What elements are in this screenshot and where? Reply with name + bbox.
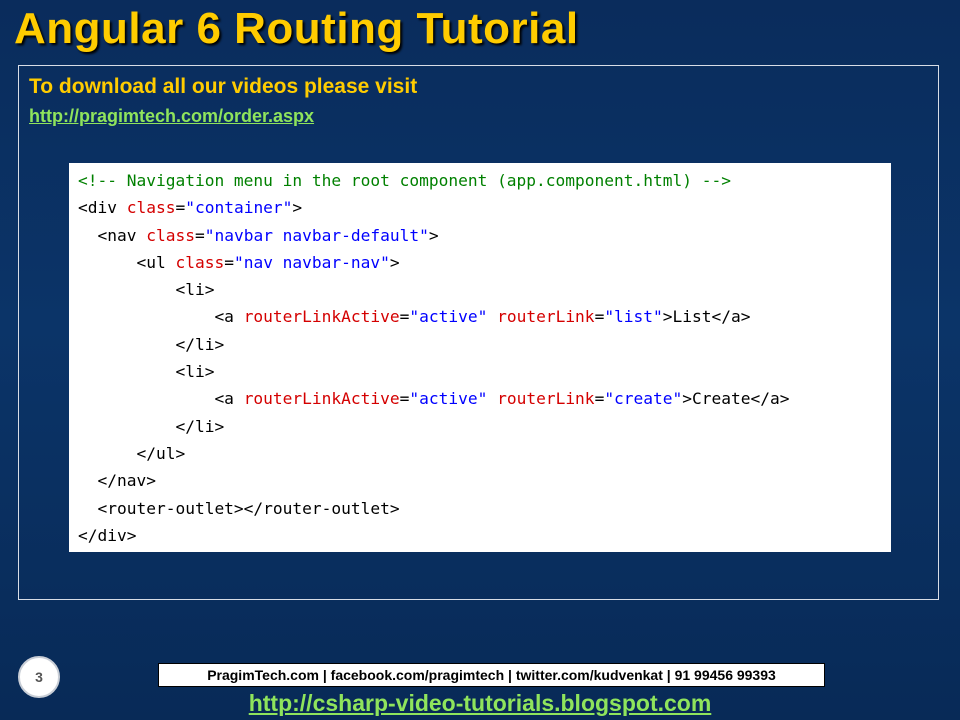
code-line: <ul class="nav navbar-nav">	[78, 249, 891, 276]
code-token-val: "active"	[409, 389, 488, 409]
code-token-tag: <ul	[78, 252, 176, 272]
download-link[interactable]: http://pragimtech.com/order.aspx	[29, 106, 314, 127]
code-token-attr: routerLinkActive	[243, 389, 400, 409]
code-token-tag	[487, 307, 497, 326]
code-token-tag: <nav	[78, 225, 147, 245]
code-token-attr: routerLink	[497, 307, 595, 327]
code-token-tag: =	[194, 225, 205, 245]
code-token-tag: <div	[78, 198, 127, 218]
code-line: </li>	[78, 413, 891, 440]
download-text: To download all our videos please visit	[29, 75, 418, 98]
code-line: <div class="container">	[78, 194, 891, 221]
code-token-attr: class	[175, 252, 225, 272]
code-token-comment: <!-- Navigation menu in the root compone…	[78, 171, 731, 190]
code-token-text: Create	[692, 389, 751, 409]
code-token-tag: =	[224, 252, 234, 272]
code-panel: <!-- Navigation menu in the root compone…	[69, 163, 891, 552]
code-token-attr: class	[126, 198, 176, 218]
code-token-tag: =	[594, 389, 605, 409]
code-token-val: "navbar navbar-default"	[204, 225, 429, 245]
code-line: <!-- Navigation menu in the root compone…	[78, 167, 891, 194]
code-line: </li>	[78, 331, 891, 358]
code-token-tag: >	[682, 389, 693, 409]
code-token-tag: </li>	[78, 416, 225, 436]
code-block: <!-- Navigation menu in the root compone…	[69, 163, 891, 549]
code-token-val: "create"	[604, 389, 683, 409]
code-token-val: "container"	[185, 198, 293, 218]
code-token-attr: routerLink	[497, 389, 595, 409]
code-line: <router-outlet></router-outlet>	[78, 495, 891, 522]
code-token-tag: =	[594, 307, 605, 327]
code-token-tag: <a	[78, 389, 244, 409]
slide-title: Angular 6 Routing Tutorial	[14, 4, 579, 53]
footer-blog-link[interactable]: http://csharp-video-tutorials.blogspot.c…	[0, 690, 960, 717]
code-token-tag: <li>	[78, 280, 215, 300]
code-line: </div>	[78, 522, 891, 549]
code-token-val: "active"	[409, 307, 488, 327]
code-token-tag: =	[399, 307, 410, 327]
code-line: <li>	[78, 358, 891, 385]
code-token-tag	[487, 389, 497, 408]
code-token-tag: </ul>	[78, 443, 186, 463]
footer-contact-bar: PragimTech.com | facebook.com/pragimtech…	[158, 663, 825, 687]
code-token-tag: <li>	[78, 362, 215, 382]
code-line: </ul>	[78, 440, 891, 467]
code-line: <a routerLinkActive="active" routerLink=…	[78, 303, 891, 330]
code-line: <a routerLinkActive="active" routerLink=…	[78, 385, 891, 412]
code-line: </nav>	[78, 467, 891, 494]
code-token-tag: >	[662, 307, 673, 327]
code-token-tag: >	[389, 252, 400, 272]
code-token-tag: </a>	[750, 389, 790, 409]
code-token-tag: </div>	[78, 525, 137, 545]
code-token-tag: >	[428, 225, 439, 245]
code-token-tag: <router-outlet></router-outlet>	[78, 498, 400, 518]
code-token-tag: >	[292, 198, 303, 218]
code-token-tag: <a	[78, 307, 244, 327]
code-token-attr: routerLinkActive	[243, 307, 400, 327]
content-box: To download all our videos please visit …	[18, 65, 939, 600]
code-token-tag: </a>	[711, 307, 751, 327]
code-token-tag: </li>	[78, 334, 225, 354]
code-line: <li>	[78, 276, 891, 303]
code-token-tag: =	[175, 198, 186, 218]
code-token-tag: =	[399, 389, 410, 409]
code-token-attr: class	[146, 225, 195, 245]
code-line: <nav class="navbar navbar-default">	[78, 222, 891, 249]
code-token-val: "nav navbar-nav"	[233, 252, 390, 272]
code-token-tag: </nav>	[78, 471, 156, 491]
code-token-val: "list"	[604, 307, 663, 327]
code-token-text: List	[672, 307, 712, 327]
